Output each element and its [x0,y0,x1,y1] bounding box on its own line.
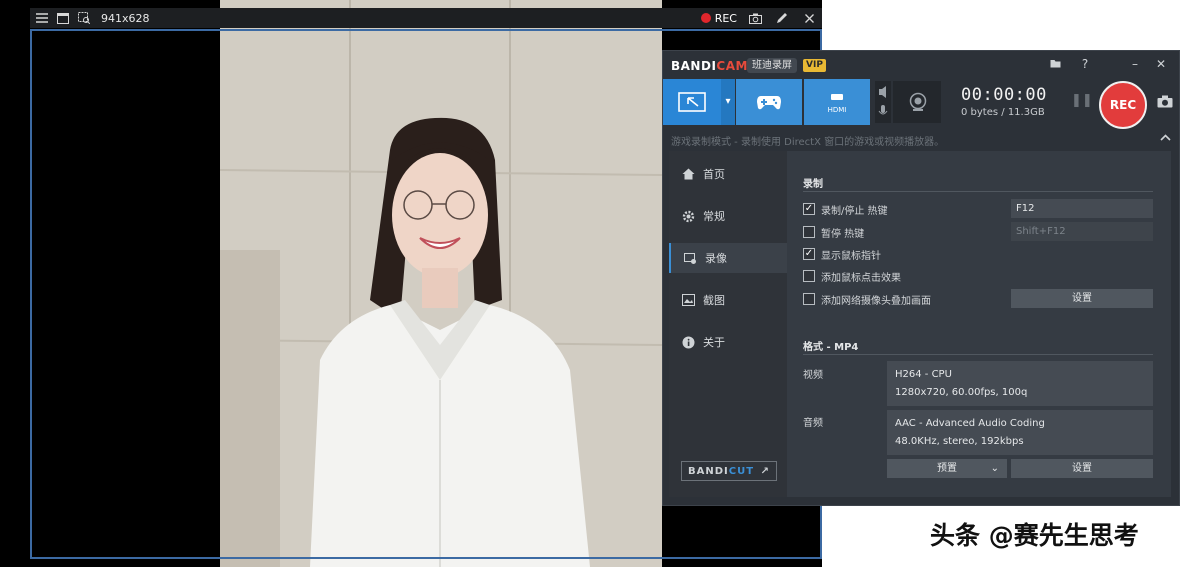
pause-hotkey-field[interactable]: Shift+F12 [1011,222,1153,241]
mode-dropdown-button[interactable]: ▾ [721,79,735,125]
settings-sidebar: 首页 常规 录像 截图 关于 BANDICUT ↗ [669,151,787,497]
checkbox-checked[interactable]: ✓ [803,248,815,260]
video-details: 1280x720, 60.00fps, 100q [895,387,1028,398]
file-size-label: 0 bytes / 11.3GB [961,107,1045,118]
minimize-icon[interactable]: – [1125,55,1145,73]
fullscreen-icon[interactable] [54,9,72,27]
image-icon [681,293,695,307]
audio-details: 48.0KHz, stereo, 192kbps [895,436,1024,447]
screen-mode-button[interactable] [663,79,721,125]
checkbox-unchecked[interactable] [803,293,815,305]
sidebar-item-screenshot[interactable]: 截图 [669,285,787,315]
video-format-box[interactable]: H264 - CPU 1280x720, 60.00fps, 100q [887,361,1153,406]
sidebar-item-label: 常规 [703,210,725,223]
external-link-icon: ↗ [760,465,770,477]
sidebar-item-home[interactable]: 首页 [669,159,787,189]
watermark-text: 头条 @赛先生思考 [930,521,1139,550]
option-label: 添加鼠标点击效果 [821,272,901,284]
camera-icon[interactable] [746,9,764,27]
record-dot-icon [700,13,711,23]
audio-codec: AAC - Advanced Audio Coding [895,418,1045,429]
section-divider [803,191,1153,192]
pen-icon[interactable] [773,9,791,27]
format-section-title: 格式 - MP4 [803,342,859,353]
gear-icon [681,209,695,223]
record-timer: 00:00:00 [961,85,1047,105]
option-label: 显示鼠标指针 [821,250,881,262]
title-bar: BANDICAM 班迪录屏 VIP ? – ✕ [663,51,1179,79]
home-icon [681,167,695,181]
bandicut-link-button[interactable]: BANDICUT ↗ [681,461,777,481]
checkbox-unchecked[interactable] [803,270,815,282]
sidebar-item-video[interactable]: 录像 [669,243,787,273]
webcam-icon [909,92,927,111]
option-label: 录制/停止 热键 [821,205,888,217]
video-settings-icon [683,251,697,265]
speaker-icon [878,86,888,115]
info-icon [681,335,695,349]
section-divider [803,354,1153,355]
hdmi-mode-button[interactable]: HDMI [804,79,870,125]
chevron-down-icon: ⌄ [990,463,999,474]
format-settings-button[interactable]: 设置 [1011,459,1153,478]
rec-mini-button[interactable]: REC [700,11,737,25]
option-webcam-overlay[interactable]: 添加网络摄像头叠加画面 [803,291,931,307]
settings-content: 录制 ✓ 录制/停止 热键 F12 暂停 热键 Shift+F12 ✓ 显示鼠标… [787,151,1171,497]
rec-mini-label: REC [714,11,737,25]
game-mode-button[interactable] [736,79,802,125]
video-codec: H264 - CPU [895,369,952,380]
option-label: 暂停 热键 [821,228,865,240]
region-select-icon[interactable] [75,9,93,27]
brand-name-cn: 班迪录屏 [747,58,797,73]
audio-format-label: 音频 [803,418,823,429]
bandicam-window: BANDICAM 班迪录屏 VIP ? – ✕ ▾ HDMI 00:00:00 … [662,50,1180,506]
checkbox-checked[interactable]: ✓ [803,203,815,215]
record-button[interactable]: REC [1099,81,1147,129]
bandicam-logo: BANDICAM [671,59,748,73]
collapse-chevron-icon[interactable] [1160,131,1171,144]
option-click-effect[interactable]: 添加鼠标点击效果 [803,268,901,284]
gamepad-icon [757,96,781,110]
close-window-icon[interactable]: ✕ [1151,55,1171,73]
vip-badge[interactable]: VIP [803,59,826,72]
video-format-label: 视频 [803,370,823,381]
option-label: 添加网络摄像头叠加画面 [821,295,931,307]
option-show-cursor[interactable]: ✓ 显示鼠标指针 [803,246,881,262]
settings-body: 首页 常规 录像 截图 关于 BANDICUT ↗ 录制 ✓ 录制/停止 热键 … [669,151,1171,497]
help-icon[interactable]: ? [1075,55,1095,73]
sidebar-item-label: 首页 [703,168,725,181]
close-icon[interactable] [800,9,818,27]
capture-toolbar: 941x628 REC [30,8,822,28]
main-toolbar: ▾ HDMI 00:00:00 0 bytes / 11.3GB ❚❚ REC [663,79,1179,129]
hdmi-label: HDMI [827,106,847,114]
bandicut-label: BANDI [688,465,729,477]
option-record-hotkey[interactable]: ✓ 录制/停止 热键 [803,201,888,217]
checkbox-unchecked[interactable] [803,226,815,238]
folder-icon[interactable] [1045,55,1065,73]
capture-size-label: 941x628 [101,11,150,25]
preset-label: 预置 [937,463,957,474]
audio-toggle-column[interactable] [875,81,891,123]
sidebar-item-label: 截图 [703,294,725,307]
preset-button[interactable]: 预置 ⌄ [887,459,1007,478]
option-pause-hotkey[interactable]: 暂停 热键 [803,224,864,240]
record-section-title: 录制 [803,179,823,190]
audio-format-box[interactable]: AAC - Advanced Audio Coding 48.0KHz, ste… [887,410,1153,455]
mode-hint-text: 游戏录制模式 - 录制使用 DirectX 窗口的游戏或视频播放器。 [671,137,945,148]
pause-icon[interactable]: ❚❚ [1071,93,1093,111]
menu-icon[interactable] [33,9,51,27]
sidebar-item-label: 录像 [705,252,727,265]
screen-mode-icon [678,92,706,112]
sidebar-item-general[interactable]: 常规 [669,201,787,231]
record-hotkey-field[interactable]: F12 [1011,199,1153,218]
screenshot-camera-icon[interactable] [1157,93,1175,111]
sidebar-item-label: 关于 [703,336,725,349]
sidebar-item-about[interactable]: 关于 [669,327,787,357]
webcam-button[interactable] [893,81,941,123]
webcam-settings-button[interactable]: 设置 [1011,289,1153,308]
